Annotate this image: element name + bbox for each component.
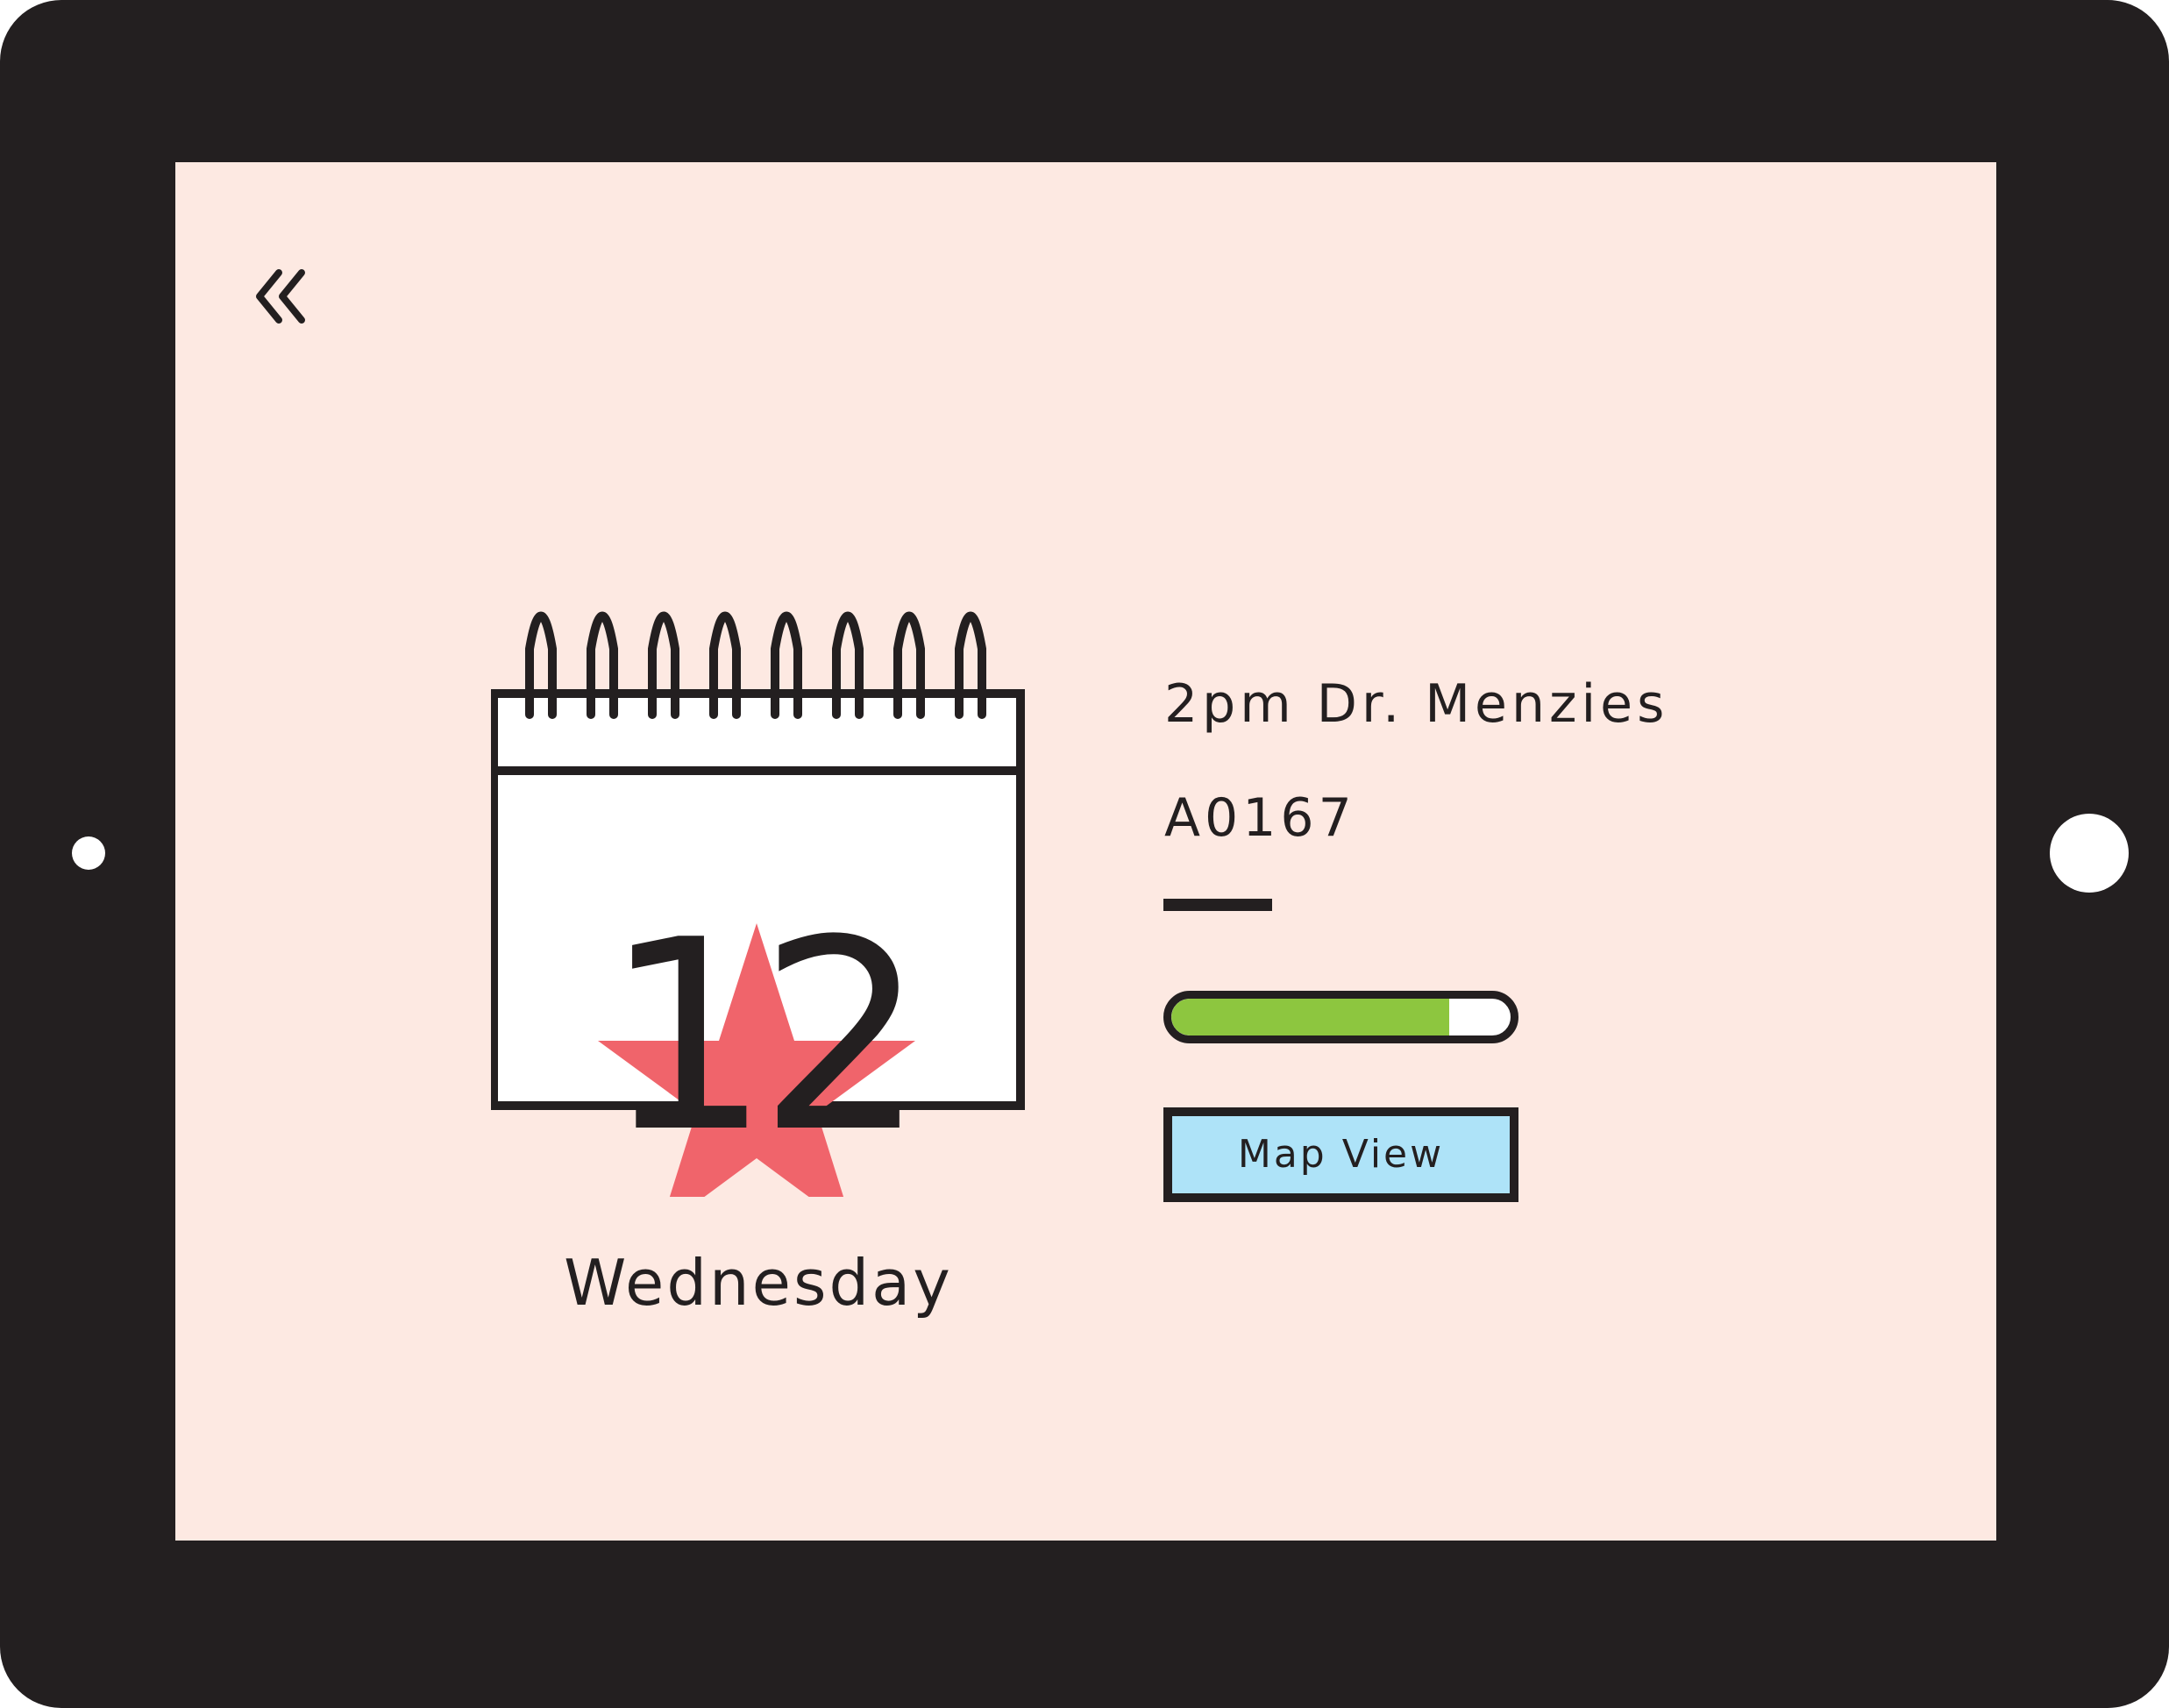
- camera-icon: [72, 836, 105, 870]
- map-view-button[interactable]: Map View: [1163, 1107, 1518, 1202]
- back-button[interactable]: [252, 266, 314, 327]
- appointment-code: A0167: [1164, 787, 1356, 849]
- calendar-icon: 12 Wednesday: [491, 583, 1026, 1318]
- app-screen: 12 Wednesday 2pm Dr. Menzies A0167 Map V…: [175, 162, 1996, 1541]
- calendar-weekday: Wednesday: [564, 1246, 953, 1320]
- double-chevron-left-icon: [256, 269, 305, 324]
- home-button[interactable]: [2050, 814, 2129, 893]
- calendar-day-number: 12: [603, 884, 926, 1190]
- progress-fill: [1171, 999, 1450, 1035]
- appointment-title: 2pm Dr. Menzies: [1164, 673, 1669, 735]
- divider: [1163, 899, 1272, 911]
- progress-bar: [1163, 991, 1518, 1043]
- tablet-device: 12 Wednesday 2pm Dr. Menzies A0167 Map V…: [0, 0, 2169, 1708]
